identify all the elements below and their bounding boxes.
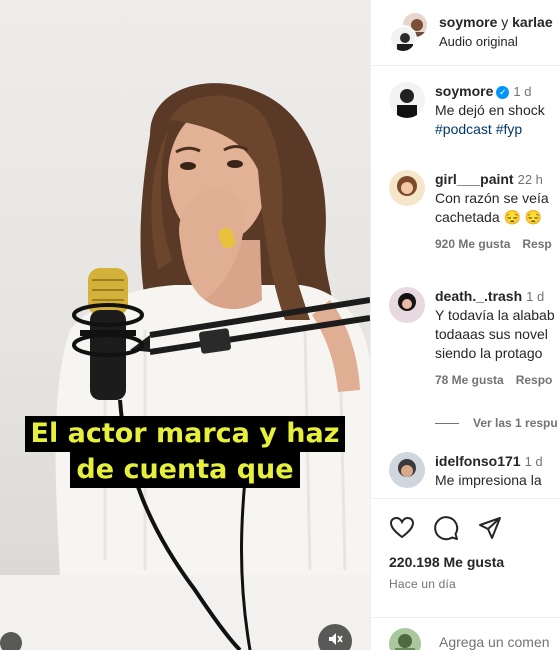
like-count[interactable]: 220.198 Me gusta [389,554,504,570]
collab-avatars[interactable] [389,11,431,53]
add-comment-row: Agrega un comen [371,617,560,650]
reply-button[interactable]: Resp [522,237,551,251]
tagged-users-button[interactable] [0,632,22,650]
post-side-panel: soymore y karlae Audio original soymore ✓… [370,0,560,650]
comment-icon[interactable] [433,515,459,541]
mute-button[interactable] [318,624,352,650]
reply-button[interactable]: Respo [516,373,553,387]
comment-username[interactable]: soymore [435,83,493,99]
comment-likes[interactable]: 920 Me gusta [435,237,510,251]
comment-text: Con razón se veía [435,190,549,206]
view-replies-button[interactable]: Ver las 1 respu [435,416,558,430]
video-caption-line-2: de cuenta que [0,452,370,488]
comment-hashtags[interactable]: #podcast #fyp [435,120,560,139]
audio-link[interactable]: Audio original [439,34,518,49]
comment-username[interactable]: death._.trash [435,288,522,304]
avatar[interactable] [389,82,425,118]
avatar[interactable] [389,170,425,206]
avatar[interactable] [389,287,425,323]
post-actions: 220.198 Me gusta Hace un día Agrega un c… [371,498,560,650]
post-header: soymore y karlae Audio original [371,0,560,66]
comment-text: todaaas sus novel [435,326,548,342]
avatar [389,628,421,650]
avatar[interactable] [389,452,425,488]
heart-icon[interactable] [389,515,415,541]
video-frame-illustration [55,83,370,650]
comment-username[interactable]: girl___paint [435,171,514,187]
comment-time: 1 d [524,454,543,469]
comment-text: Me dejó en shock [435,102,545,118]
comment-text: siendo la protago [435,345,543,361]
post-timestamp: Hace un día [389,577,456,591]
comment-text: Me impresiona la [435,472,542,488]
comment-text: Y todavía la alabab [435,307,555,323]
verified-badge-icon: ✓ [496,85,510,99]
post-authors[interactable]: soymore y karlae [439,14,553,30]
video-player[interactable]: El actor marca y haz de cuenta que [0,0,370,650]
comment-text: cachetada 😔 😔 [435,209,543,225]
comments-list[interactable]: soymore ✓ 1 d Me dejó en shock #podcast #f… [371,66,560,496]
comment-time: 22 h [517,172,543,187]
video-caption-line-1: El actor marca y haz [0,416,370,452]
comment-likes[interactable]: 78 Me gusta [435,373,504,387]
comment-time: 1 d [526,289,545,304]
avatar[interactable] [389,25,417,53]
comment-username[interactable]: idelfonso171 [435,453,521,469]
add-comment-input[interactable]: Agrega un comen [439,634,550,650]
share-icon[interactable] [477,515,503,541]
speaker-muted-icon [327,631,343,650]
comment-time: 1 d [513,84,532,99]
